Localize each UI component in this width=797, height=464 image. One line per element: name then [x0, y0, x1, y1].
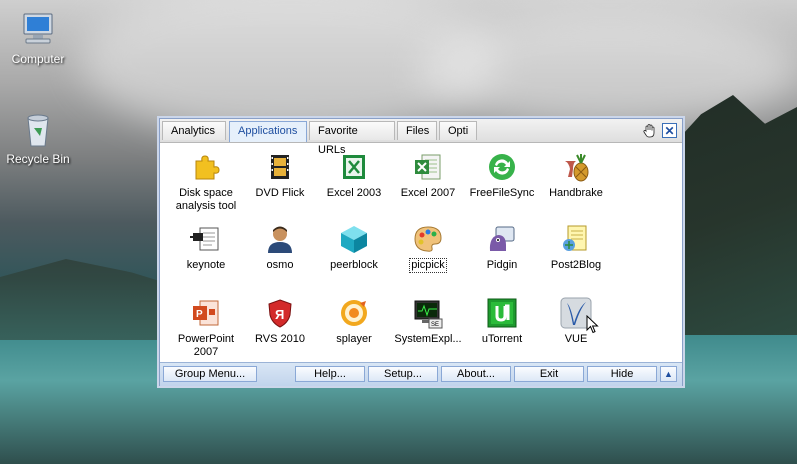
cube-icon [338, 223, 370, 255]
svg-text:P: P [196, 309, 203, 320]
pineapple-icon [560, 151, 592, 183]
app-utorrent[interactable]: uTorrent [466, 297, 538, 346]
svg-text:SE: SE [431, 322, 439, 328]
app-excel-2003[interactable]: Excel 2003 [318, 151, 390, 200]
shield-icon: Я [264, 297, 296, 329]
app-systemexplorer[interactable]: SE SystemExpl... [392, 297, 464, 346]
tab-opti[interactable]: Opti [439, 121, 477, 140]
film-icon [264, 151, 296, 183]
app-rvs-2010[interactable]: Я RVS 2010 [244, 297, 316, 346]
close-button[interactable]: ✕ [662, 123, 677, 138]
tab-favorite-urls[interactable]: Favorite URLs [309, 121, 395, 156]
collapse-button[interactable]: ▲ [660, 366, 677, 382]
app-powerpoint-2007[interactable]: P PowerPoint 2007 [170, 297, 242, 359]
desktop-icon-label: Recycle Bin [6, 152, 70, 166]
player-icon [338, 297, 370, 329]
app-label: keynote [186, 259, 226, 271]
app-osmo[interactable]: osmo [244, 223, 316, 272]
app-post2blog[interactable]: Post2Blog [540, 223, 612, 272]
excel-icon [412, 151, 444, 183]
app-label: uTorrent [481, 333, 523, 345]
app-label: Disk space analysis tool [175, 187, 237, 212]
powerpoint-icon: P [190, 297, 222, 329]
app-label: SystemExpl... [394, 333, 462, 345]
app-label: DVD Flick [255, 187, 305, 199]
desktop-icon-computer[interactable]: Computer [3, 10, 73, 66]
excel-icon [338, 151, 370, 183]
desktop-icon-recycle-bin[interactable]: Recycle Bin [3, 110, 73, 166]
app-handbrake[interactable]: Handbrake [540, 151, 612, 200]
app-label: Post2Blog [550, 259, 602, 271]
keynote-icon [190, 223, 222, 255]
sync-icon [486, 151, 518, 183]
blog-icon [560, 223, 592, 255]
tab-analytics[interactable]: Analytics [162, 121, 226, 140]
app-splayer[interactable]: splayer [318, 297, 390, 346]
launcher-window: Analytics Applications Favorite URLs Fil… [159, 118, 683, 386]
tab-files[interactable]: Files [397, 121, 437, 140]
app-keynote[interactable]: keynote [170, 223, 242, 272]
about-button[interactable]: About... [441, 366, 511, 382]
desktop-icon-label: Computer [11, 52, 65, 66]
person-icon [264, 223, 296, 255]
app-vue[interactable]: VUE [540, 297, 612, 346]
app-label: osmo [266, 259, 294, 271]
app-excel-2007[interactable]: Excel 2007 [392, 151, 464, 200]
app-freefilesync[interactable]: FreeFileSync [466, 151, 538, 200]
app-label: RVS 2010 [255, 333, 305, 345]
app-dvd-flick[interactable]: DVD Flick [244, 151, 316, 200]
app-label: VUE [564, 333, 588, 345]
app-peerblock[interactable]: peerblock [318, 223, 390, 272]
monitor-icon: SE [412, 297, 444, 329]
app-label: Handbrake [549, 187, 603, 199]
puzzle-icon [190, 151, 222, 183]
app-label: Excel 2003 [326, 187, 382, 199]
setup-button[interactable]: Setup... [368, 366, 438, 382]
utorrent-icon [486, 297, 518, 329]
tab-applications[interactable]: Applications [229, 121, 307, 142]
computer-icon [18, 10, 58, 50]
exit-button[interactable]: Exit [514, 366, 584, 382]
help-button[interactable]: Help... [295, 366, 365, 382]
svg-text:Я: Я [275, 307, 284, 322]
pidgin-icon [486, 223, 518, 255]
recycle-bin-icon [18, 110, 58, 150]
group-menu-button[interactable]: Group Menu... [163, 366, 257, 382]
app-label: FreeFileSync [469, 187, 535, 199]
mouse-cursor-icon [586, 314, 600, 338]
tab-bar: Analytics Applications Favorite URLs Fil… [160, 119, 682, 156]
bottom-button-bar: Group Menu... Help... Setup... About... … [160, 362, 682, 386]
app-label: PowerPoint 2007 [177, 333, 235, 358]
app-picpick[interactable]: picpick [392, 223, 464, 273]
app-label: Excel 2007 [400, 187, 456, 199]
app-label: peerblock [330, 259, 378, 271]
hide-button[interactable]: Hide [587, 366, 657, 382]
app-disk-space-analysis-tool[interactable]: Disk space analysis tool [170, 151, 242, 213]
app-label: Pidgin [486, 259, 518, 271]
palette-icon [412, 223, 444, 255]
app-label: splayer [336, 333, 372, 345]
app-pidgin[interactable]: Pidgin [466, 223, 538, 272]
app-label: picpick [409, 258, 447, 273]
drag-hand-icon[interactable] [642, 123, 657, 138]
